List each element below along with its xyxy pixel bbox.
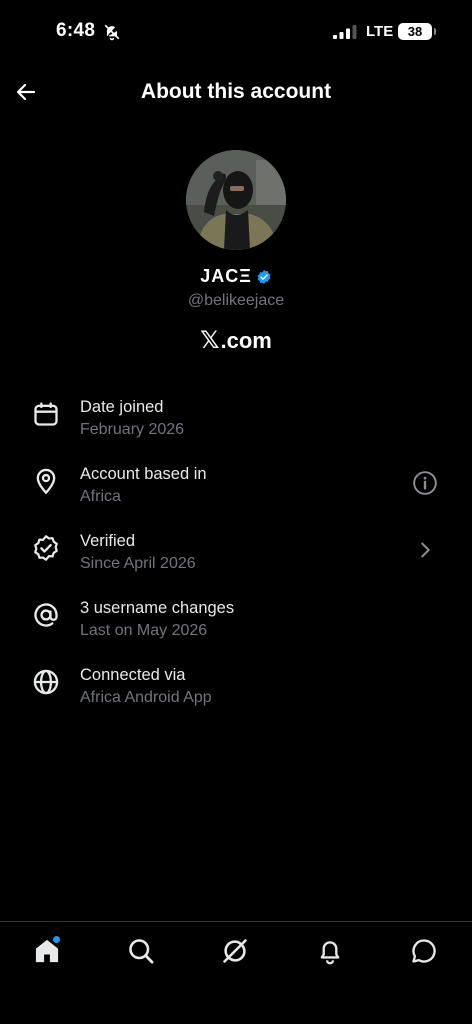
info-label: 3 username changes	[80, 599, 235, 617]
info-value: Last on May 2026	[80, 622, 208, 639]
nav-search[interactable]	[126, 936, 156, 966]
info-row-account-location: Account based in Africa	[0, 451, 472, 518]
grok-icon	[223, 939, 247, 963]
header: About this account	[0, 64, 472, 120]
nav-notifications[interactable]	[315, 936, 345, 966]
info-value: Since April 2026	[80, 555, 196, 572]
display-name: JACΞ	[200, 266, 252, 286]
info-row-connected-via: Connected via Africa Android App	[0, 652, 472, 719]
info-label: Account based in	[80, 465, 207, 483]
verified-badge-icon	[257, 269, 271, 284]
info-label: Date joined	[80, 398, 164, 416]
at-sign-icon	[34, 603, 58, 627]
verified-chevron[interactable]	[410, 535, 440, 565]
globe-icon	[33, 669, 59, 695]
bottom-nav	[0, 921, 472, 1024]
status-time: 6:48	[56, 20, 96, 41]
info-icon	[413, 471, 437, 495]
battery-icon: 38	[398, 23, 436, 40]
info-label: Connected via	[80, 666, 186, 684]
account-info-list: Date joined February 2026 Account based …	[0, 384, 472, 719]
nav-messages[interactable]	[409, 936, 439, 966]
nav-grok[interactable]	[220, 936, 250, 966]
info-value: Africa Android App	[80, 689, 212, 706]
site-domain: com	[226, 327, 272, 353]
avatar-image	[186, 150, 286, 250]
info-label: Verified	[80, 532, 136, 550]
handle: @belikeejace	[187, 292, 285, 309]
network-type: LTE	[366, 23, 394, 40]
x-logo-icon: 𝕏	[200, 327, 220, 354]
bell-muted-icon	[104, 24, 120, 41]
status-bar: 6:48 LTE 38	[0, 0, 472, 64]
info-row-verified[interactable]: Verified Since April 2026	[0, 518, 472, 585]
info-row-date-joined: Date joined February 2026	[0, 384, 472, 451]
search-icon	[129, 939, 154, 964]
location-info-button[interactable]	[410, 468, 440, 498]
verified-seal-icon	[34, 535, 58, 561]
calendar-icon	[34, 402, 58, 426]
home-notification-dot	[53, 936, 60, 943]
info-value: February 2026	[80, 421, 185, 438]
notifications-icon	[320, 941, 340, 965]
chevron-right-icon	[421, 542, 430, 558]
page-title: About this account	[140, 80, 332, 103]
avatar[interactable]	[186, 150, 286, 250]
location-pin-icon	[36, 468, 56, 495]
profile-name-row: JACΞ	[0, 266, 472, 287]
info-row-username-changes: 3 username changes Last on May 2026	[0, 585, 472, 652]
battery-level: 38	[407, 24, 423, 39]
messages-icon	[412, 939, 436, 963]
signal-icon	[333, 25, 357, 39]
info-value: Africa	[80, 488, 121, 505]
site-label: 𝕏. com	[200, 327, 272, 354]
